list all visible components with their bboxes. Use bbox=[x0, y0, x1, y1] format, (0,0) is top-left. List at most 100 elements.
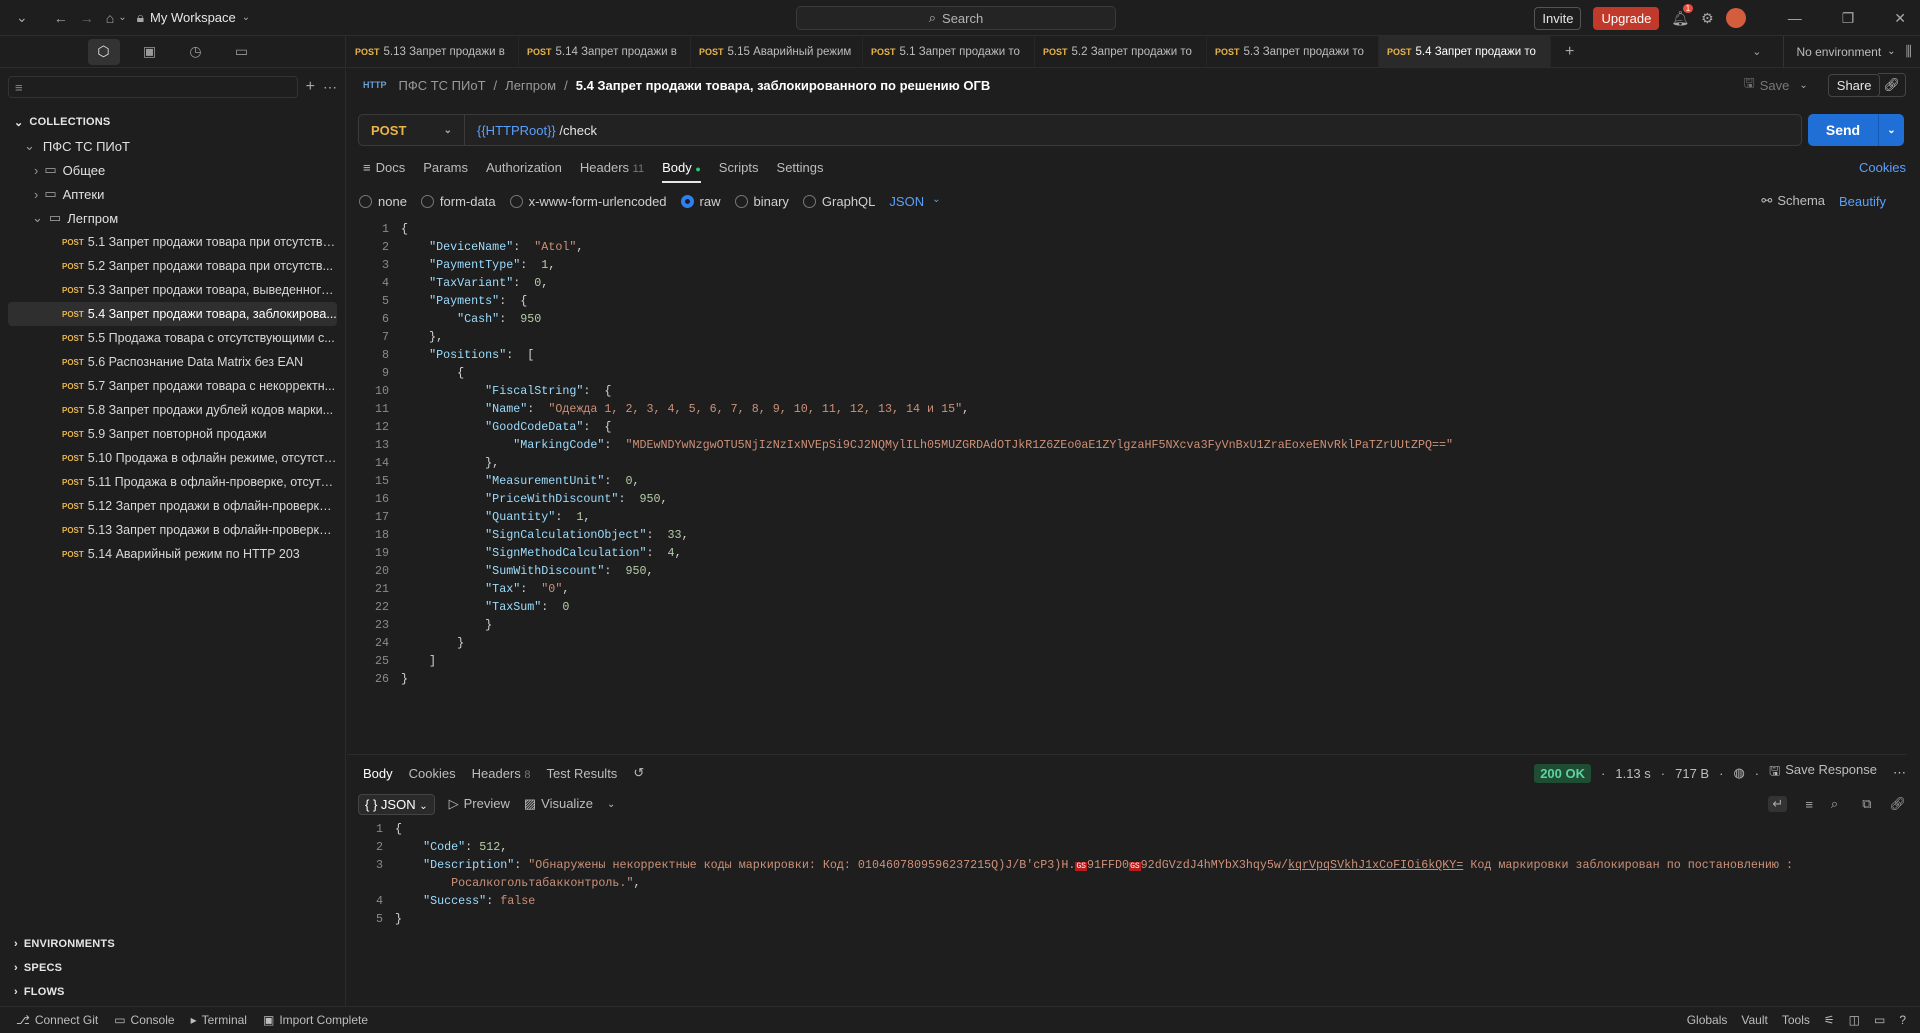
response-tab-headers[interactable]: Headers 8 bbox=[472, 766, 531, 781]
sidebar-request-item[interactable]: POST 5.1 Запрет продажи товара при отсутс… bbox=[8, 230, 337, 254]
sidebar-request-item[interactable]: POST 5.13 Запрет продажи в офлайн-проверк… bbox=[8, 518, 337, 542]
method-select[interactable]: POST ⌄ bbox=[359, 115, 465, 145]
tab-params[interactable]: Params bbox=[423, 160, 468, 175]
schema-button[interactable]: ⚯ Schema bbox=[1761, 193, 1825, 209]
response-history-icon[interactable]: ↺ bbox=[633, 765, 644, 781]
request-tab[interactable]: POST 5.15 Аварийный режим bbox=[691, 36, 863, 67]
status-badge[interactable]: 200 OK bbox=[1534, 763, 1592, 783]
vault-button[interactable]: Vault bbox=[1741, 1013, 1767, 1027]
sidebar-request-item[interactable]: POST 5.8 Запрет продажи дублей кодов марк… bbox=[8, 398, 337, 422]
tab-scripts[interactable]: Scripts bbox=[719, 160, 759, 175]
response-time[interactable]: 1.13 s bbox=[1615, 766, 1650, 781]
folder-obshchee[interactable]: › ▭ Общее bbox=[0, 158, 345, 182]
breadcrumb-folder[interactable]: Легпром bbox=[505, 78, 556, 93]
beautify-button[interactable]: Beautify bbox=[1839, 194, 1886, 209]
response-format-select[interactable]: { } JSON ⌄ bbox=[358, 793, 435, 815]
request-tab[interactable]: POST 5.1 Запрет продажи то bbox=[863, 36, 1035, 67]
global-search[interactable]: ⌕ Search bbox=[796, 6, 1116, 30]
folder-legprom[interactable]: ⌄ ▭ Легпром bbox=[0, 206, 345, 230]
sidebar-request-item[interactable]: POST 5.2 Запрет продажи товара при отсутс… bbox=[8, 254, 337, 278]
environments-icon[interactable]: ▣ bbox=[134, 39, 166, 65]
visualize-button[interactable]: ▨ Visualize bbox=[524, 796, 593, 812]
new-tab-plus-icon[interactable]: + bbox=[1565, 43, 1574, 61]
tab-settings[interactable]: Settings bbox=[777, 160, 824, 175]
terminal-button[interactable]: ▸ Terminal bbox=[191, 1013, 247, 1027]
tools-button[interactable]: Tools bbox=[1782, 1013, 1810, 1027]
response-body-viewer[interactable]: 1{ 2 "Code": 512, 3 "Description": "Обна… bbox=[347, 820, 1907, 928]
filter-icon[interactable]: ≡ bbox=[1805, 797, 1813, 812]
sidebar-request-item[interactable]: POST 5.11 Продажа в офлайн-проверке, отсу… bbox=[8, 470, 337, 494]
sidebar-request-item[interactable]: POST 5.7 Запрет продажи товара с некоррек… bbox=[8, 374, 337, 398]
response-tab-cookies[interactable]: Cookies bbox=[409, 766, 456, 781]
globe-icon[interactable]: ◍ bbox=[1733, 765, 1744, 781]
sidebar-request-item[interactable]: POST 5.6 Распознание Data Matrix без EAN bbox=[8, 350, 337, 374]
workspace-switcher[interactable]: 🔒︎ My Workspace ⌄ bbox=[137, 9, 251, 26]
invite-button[interactable]: Invite bbox=[1534, 6, 1582, 30]
request-tab[interactable]: POST 5.14 Запрет продажи в bbox=[519, 36, 691, 67]
home-chevron-icon[interactable]: ⌄ bbox=[118, 12, 126, 23]
environment-selector[interactable]: No environment ⌄ bbox=[1783, 36, 1896, 67]
right-sidebar-toggle-icon[interactable]: ⫼ bbox=[1906, 43, 1912, 60]
link-icon[interactable]: 🔗︎ bbox=[1878, 73, 1906, 97]
url-input[interactable]: {{HTTPRoot}} /check bbox=[465, 123, 597, 138]
bottom-pane-icon[interactable]: ▭ bbox=[1874, 1013, 1885, 1027]
collections-cube-icon[interactable]: ⬡ bbox=[87, 38, 120, 65]
breadcrumb-collection[interactable]: ПФС ТС ПИоТ bbox=[399, 78, 486, 93]
sidebar-request-item[interactable]: POST 5.12 Запрет продажи в офлайн-проверк… bbox=[8, 494, 337, 518]
notifications-bell-icon[interactable]: 🔔︎ 1 bbox=[1671, 3, 1694, 27]
save-dropdown-chevron-icon[interactable]: ⌄ bbox=[1799, 80, 1807, 91]
send-dropdown-chevron-icon[interactable]: ⌄ bbox=[1878, 114, 1904, 146]
request-tab[interactable]: POST 5.13 Запрет продажи в bbox=[347, 36, 519, 67]
radio-raw[interactable]: raw bbox=[680, 194, 721, 209]
console-button[interactable]: ▭ Console bbox=[114, 1013, 174, 1027]
import-status[interactable]: ▣ Import Complete bbox=[263, 1013, 368, 1027]
request-title[interactable]: 5.4 Запрет продажи товара, заблокированн… bbox=[576, 78, 991, 93]
sidebar-request-item[interactable]: POST 5.10 Продажа в офлайн режиме, отсутс… bbox=[8, 446, 337, 470]
files-folder-icon[interactable]: ▭ bbox=[226, 39, 258, 65]
preview-button[interactable]: ▷ Preview bbox=[449, 796, 510, 812]
tabs-overflow-chevron-icon[interactable]: ⌄ bbox=[1752, 45, 1761, 58]
radio-graphql[interactable]: GraphQL bbox=[802, 194, 875, 209]
back-arrow-icon[interactable]: ← bbox=[54, 10, 68, 26]
settings-sliders-icon[interactable]: ⚟ bbox=[1824, 1013, 1835, 1027]
save-response-button[interactable]: 🖫︎ Save Response bbox=[1769, 762, 1877, 784]
avatar[interactable] bbox=[1725, 8, 1746, 28]
save-button[interactable]: 🖫︎ Save bbox=[1744, 74, 1790, 96]
upgrade-button[interactable]: Upgrade bbox=[1593, 6, 1660, 30]
menu-chevron-icon[interactable]: ⌄ bbox=[16, 9, 28, 26]
copy-icon[interactable]: ⧉ bbox=[1862, 796, 1871, 812]
more-options-icon[interactable]: ⋯ bbox=[1893, 765, 1906, 781]
add-plus-icon[interactable]: + bbox=[306, 78, 315, 96]
response-tab-test-results[interactable]: Test Results bbox=[547, 766, 618, 781]
raw-format-select[interactable]: JSON ⌄ bbox=[889, 194, 940, 209]
radio-form-data[interactable]: form-data bbox=[420, 194, 496, 209]
environments-section[interactable]: › ENVIRONMENTS bbox=[0, 932, 346, 956]
sidebar-request-item[interactable]: POST 5.5 Продажа товара с отсутствующими … bbox=[8, 326, 337, 350]
forward-arrow-icon[interactable]: → bbox=[80, 10, 94, 26]
sidebar-request-item[interactable]: POST 5.9 Запрет повторной продажи bbox=[8, 422, 337, 446]
search-icon[interactable]: ⌕ bbox=[1831, 796, 1838, 812]
collection-root[interactable]: ⌄ ПФС ТС ПИоТ bbox=[0, 134, 345, 158]
collections-header[interactable]: ⌄ COLLECTIONS bbox=[0, 110, 345, 134]
flows-section[interactable]: › FLOWS bbox=[0, 980, 346, 1004]
radio-binary[interactable]: binary bbox=[734, 194, 789, 209]
share-button[interactable]: Share bbox=[1827, 73, 1881, 97]
specs-section[interactable]: › SPECS bbox=[0, 956, 346, 980]
help-icon[interactable]: ? bbox=[1899, 1013, 1906, 1027]
globals-button[interactable]: Globals bbox=[1687, 1013, 1728, 1027]
history-icon[interactable]: ◷ bbox=[180, 39, 212, 65]
visualize-chevron-icon[interactable]: ⌄ bbox=[607, 799, 615, 810]
send-button[interactable]: Send ⌄ bbox=[1808, 114, 1904, 146]
home-icon[interactable]: ⌂ bbox=[106, 10, 114, 26]
request-body-editor[interactable]: 1{ 2 "DeviceName": "Atol", 3 "PaymentTyp… bbox=[347, 220, 1907, 750]
sidebar-request-item[interactable]: POST 5.14 Аварийный режим по HTTP 203 bbox=[8, 542, 337, 566]
response-tab-body[interactable]: Body bbox=[363, 766, 393, 781]
filter-input[interactable]: ≡ bbox=[8, 76, 298, 98]
folder-apteki[interactable]: › ▭ Аптеки bbox=[0, 182, 345, 206]
sidebar-request-item[interactable]: POST 5.3 Запрет продажи товара, выведенно… bbox=[8, 278, 337, 302]
more-options-icon[interactable]: ⋯ bbox=[323, 79, 337, 96]
connect-git-button[interactable]: ⎇ Connect Git bbox=[16, 1013, 98, 1027]
tab-headers[interactable]: Headers 11 bbox=[580, 160, 644, 175]
radio-none[interactable]: none bbox=[359, 194, 407, 209]
tab-authorization[interactable]: Authorization bbox=[486, 160, 562, 175]
